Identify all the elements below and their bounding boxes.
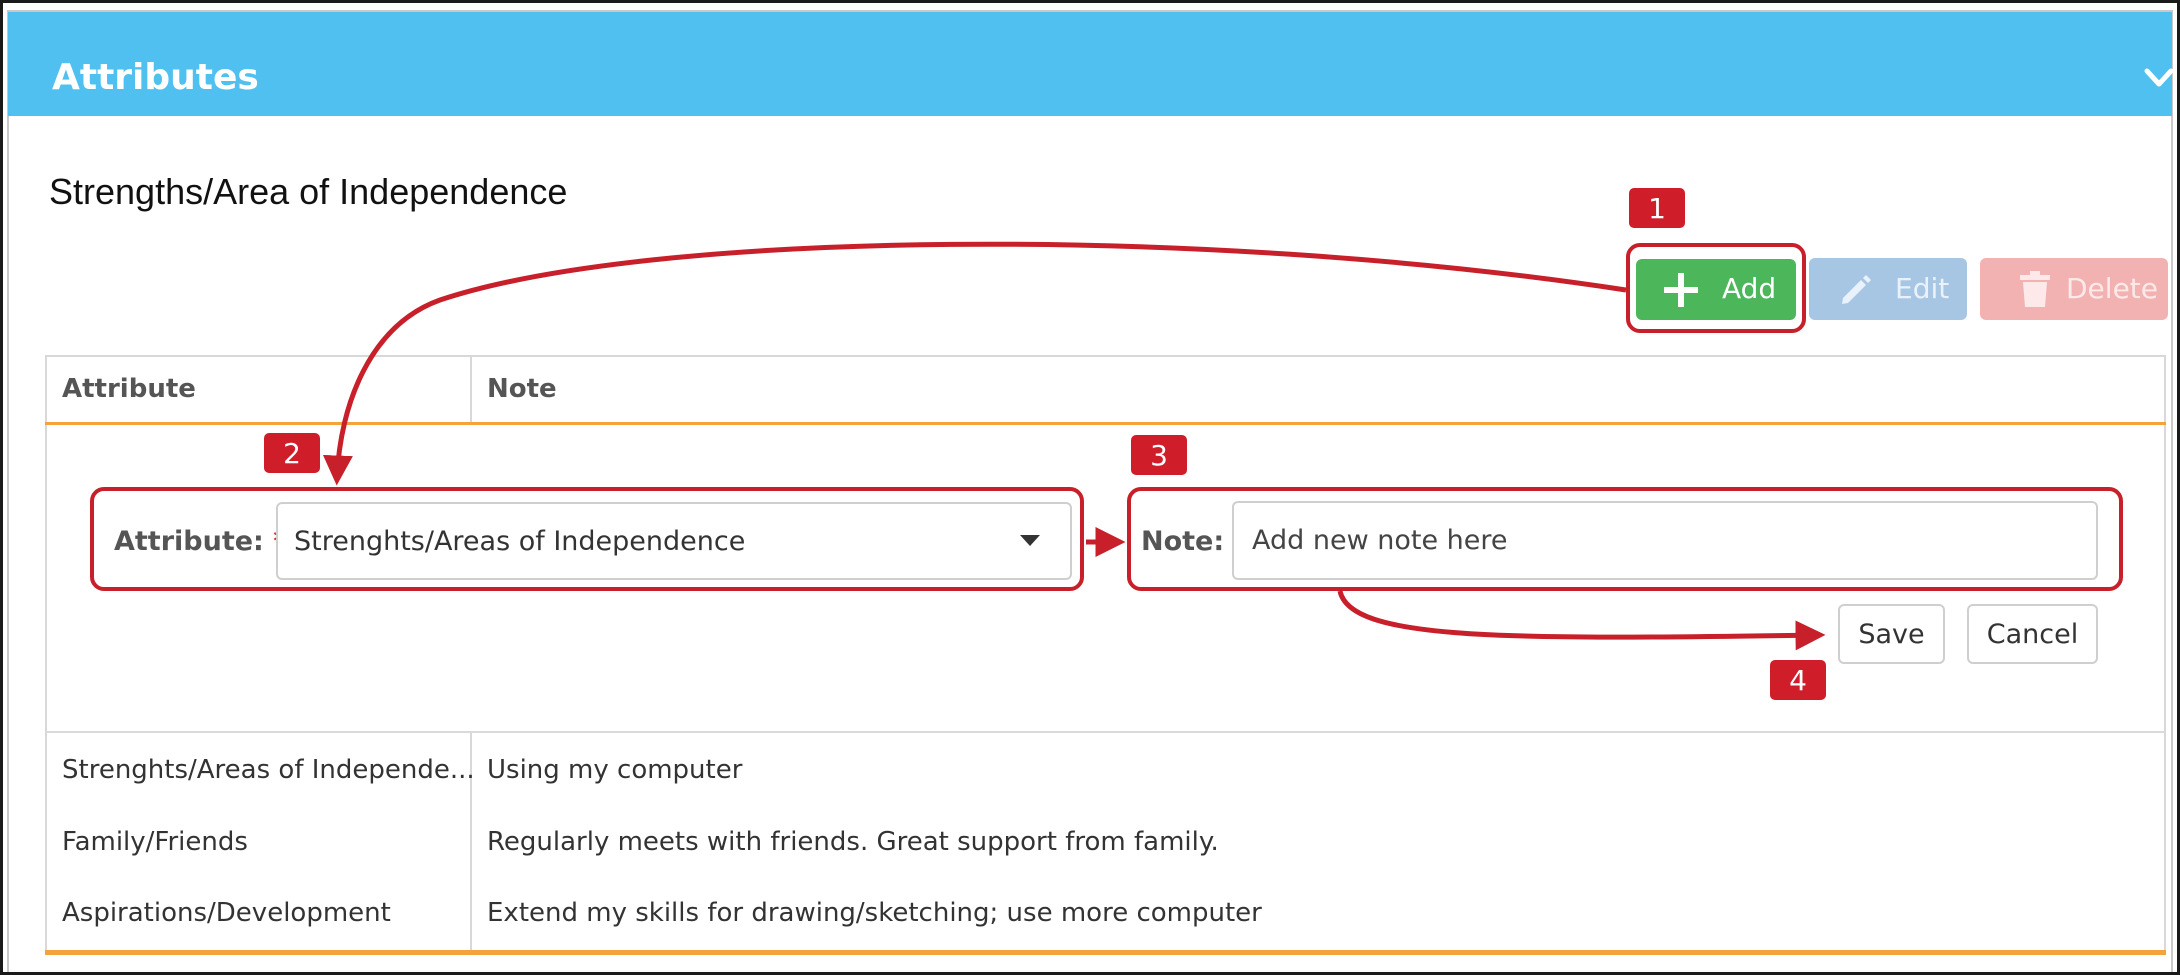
arrow-note-to-save — [1337, 590, 1826, 651]
annotation-arrows — [322, 241, 1826, 651]
arrow-add-to-attribute — [322, 241, 1627, 486]
